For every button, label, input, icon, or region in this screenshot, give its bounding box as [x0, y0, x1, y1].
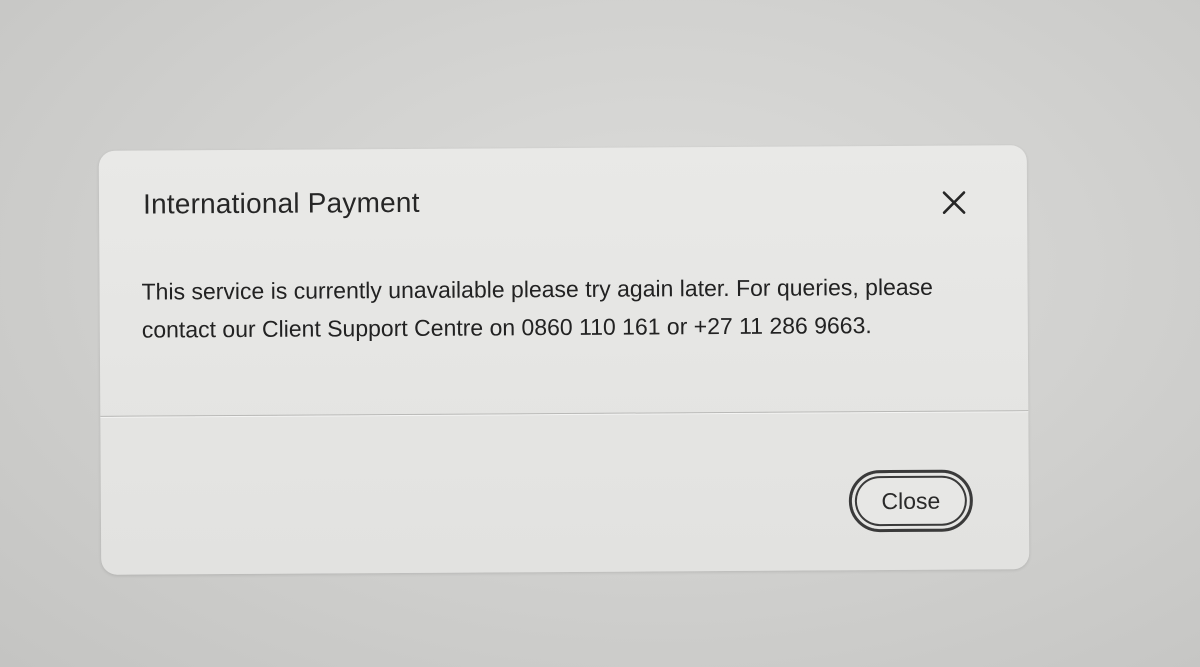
dialog-message: This service is currently unavailable pl… — [141, 273, 933, 343]
dialog-header: International Payment — [143, 181, 987, 230]
close-icon[interactable] — [941, 190, 967, 216]
dialog-divider — [100, 410, 1029, 417]
dialog-title: International Payment — [142, 186, 420, 220]
international-payment-dialog: International Payment This service is cu… — [98, 145, 1030, 575]
close-button[interactable]: Close — [848, 469, 974, 533]
close-icon-glyph — [942, 191, 966, 214]
